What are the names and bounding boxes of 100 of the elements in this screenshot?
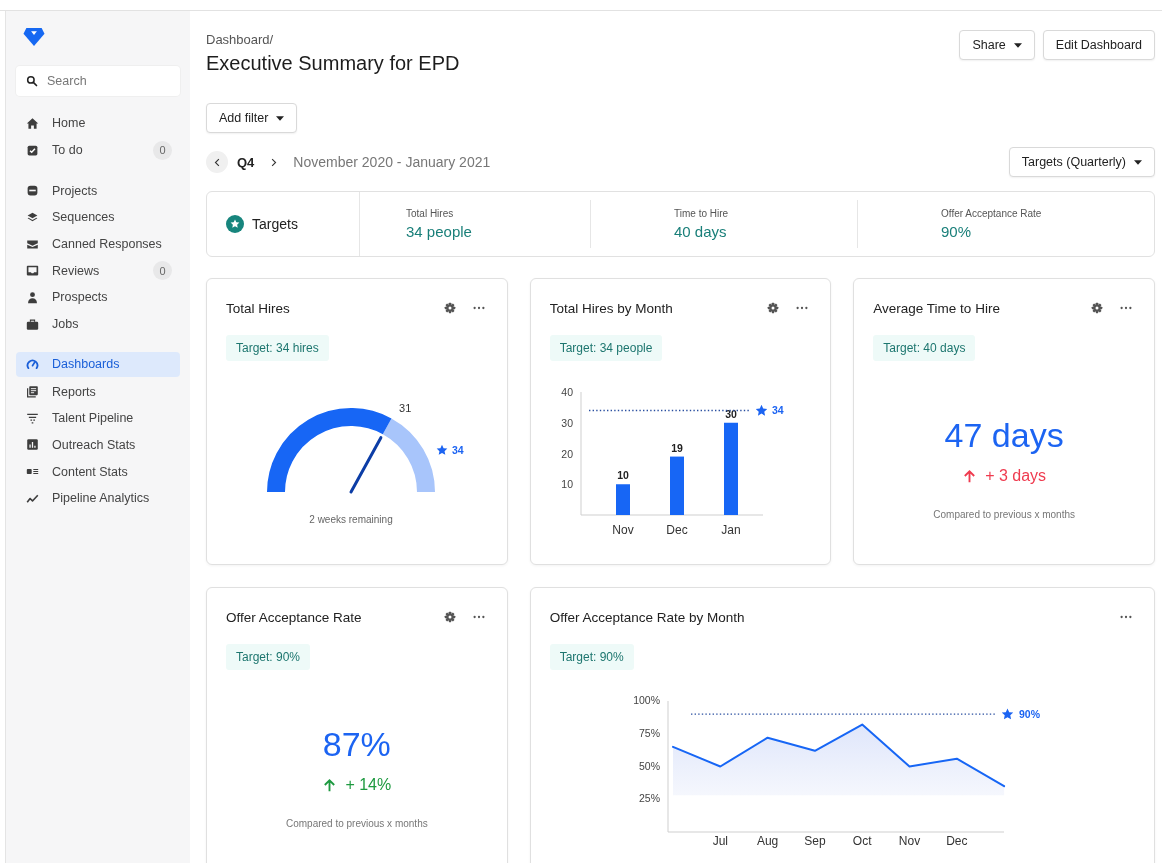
sidebar-item[interactable]: Jobs [16,310,180,338]
axis-label: Nov [612,523,634,537]
sidebar-item[interactable]: Reviews 0 [16,257,180,285]
change-value: + 3 days [985,466,1047,486]
count-badge: 0 [153,140,172,160]
card-title: Offer Acceptance Rate [226,609,363,625]
target-badge: Target: 34 people [549,335,663,361]
bar-value-label: 30 [724,407,737,420]
target-value: 90% [941,223,973,240]
target-name: Offer Acceptance Rate [941,208,1043,219]
sidebar-item[interactable]: Reports [16,378,180,405]
sidebar-item[interactable]: Dashboards [16,351,180,377]
breadcrumb-link[interactable]: Dashboard/ [206,32,460,47]
axis-label: Jul [712,834,728,848]
sidebar-item[interactable]: To do 0 [16,136,180,164]
targets-label: Targets [252,216,298,232]
briefcase-icon [26,317,39,331]
axis-tick-label: 25% [638,792,660,805]
sidebar-item[interactable]: Home [16,110,180,137]
bar-chart-icon [26,438,39,452]
change-value: + 14% [345,775,392,795]
add-filter-button[interactable]: Add filter [206,103,298,133]
sidebar-item[interactable]: Content Stats [16,458,180,485]
gauge-caption: 2 weeks remaining [309,514,393,525]
checkbox-icon [26,143,39,157]
axis-tick-label: 100% [632,694,660,706]
view-dropdown[interactable]: Targets (Quarterly) [1008,147,1155,177]
target-badge: Target: 90% [226,644,311,670]
date-range: November 2020 - January 2021 [293,154,491,170]
layers-icon [26,210,39,224]
target-name: Total Hires [406,208,455,219]
inbox-icon [26,264,39,278]
axis-label: Aug [756,834,778,848]
axis-tick-label: 20 [560,447,573,460]
axis-tick-label: 50% [638,759,660,772]
target-badge: Target: 90% [549,644,634,670]
sidebar-item[interactable]: Talent Pipeline [16,404,180,432]
star-icon [1001,708,1013,720]
bar-value-label: 10 [616,469,629,482]
card-title: Average Time to Hire [873,300,1001,316]
target-value: 34 people [406,223,473,240]
axis-tick-label: 40 [560,386,573,398]
home-icon [26,116,39,130]
metric-value: 47 days [944,415,1064,455]
quarter-label: Q4 [237,154,255,170]
bar-value-label: 19 [670,441,683,454]
caret-icon [1134,159,1142,165]
comparison-caption: Compared to previous x months [933,508,1075,522]
envelope-icon [26,237,39,251]
target-badge: Target: 40 days [873,335,976,361]
settings-icon [767,302,780,314]
gauge-value-label: 31 [399,401,412,414]
axis-label: Dec [666,523,688,537]
logo-icon [22,26,46,47]
search-field[interactable]: Search [16,66,180,96]
card-title: Total Hires [226,300,291,316]
axis-label: Oct [852,834,872,848]
axis-tick-label: 30 [560,416,573,429]
sidebar-item[interactable]: Outreach Stats [16,431,180,459]
sidebar-item[interactable]: Prospects [16,284,180,311]
target-label: 34 [452,444,464,456]
target-value: 40 days [674,223,728,240]
star-badge-icon [226,215,244,233]
axis-tick-label: 75% [638,726,660,739]
archive-icon [26,184,39,198]
header-button[interactable]: Share [959,30,1035,60]
settings-icon [443,302,456,314]
person-icon [26,290,39,304]
caret-icon [276,115,285,121]
target-badge: Target: 34 hires [226,335,329,361]
sidebar-item[interactable]: Sequences [16,204,180,231]
comparison-caption: Compared to previous x months [285,817,428,831]
card-title: Total Hires by Month [549,300,674,316]
documents-icon [26,385,39,399]
metric-value: 87% [322,724,391,764]
header-button[interactable]: Edit Dashboard [1042,30,1155,60]
sidebar-item[interactable]: Canned Responses [16,230,180,258]
count-badge: 0 [153,261,172,281]
search-icon [26,75,38,87]
target-name: Time to Hire [674,208,730,219]
axis-label: Sep [803,834,826,848]
caret-icon [1013,42,1022,48]
axis-tick-label: 10 [560,478,573,491]
sidebar-item[interactable]: Pipeline Analytics [16,484,180,512]
card-title: Offer Acceptance Rate by Month [549,609,746,625]
gauge-needle [349,436,383,494]
star-icon [755,404,767,416]
page-title: Executive Summary for EPD [206,52,460,75]
settings-icon [443,611,456,623]
target-label: 34 [771,404,784,417]
axis-label: Nov [898,834,920,848]
star-icon [436,444,448,455]
settings-icon [1091,302,1103,314]
filter-icon [26,411,39,425]
gauge-icon [26,357,39,371]
bar [615,484,630,515]
target-label: 90% [1018,708,1040,721]
sidebar-item[interactable]: Projects [16,177,180,205]
bar [669,456,684,515]
axis-label: Jan [721,523,741,537]
